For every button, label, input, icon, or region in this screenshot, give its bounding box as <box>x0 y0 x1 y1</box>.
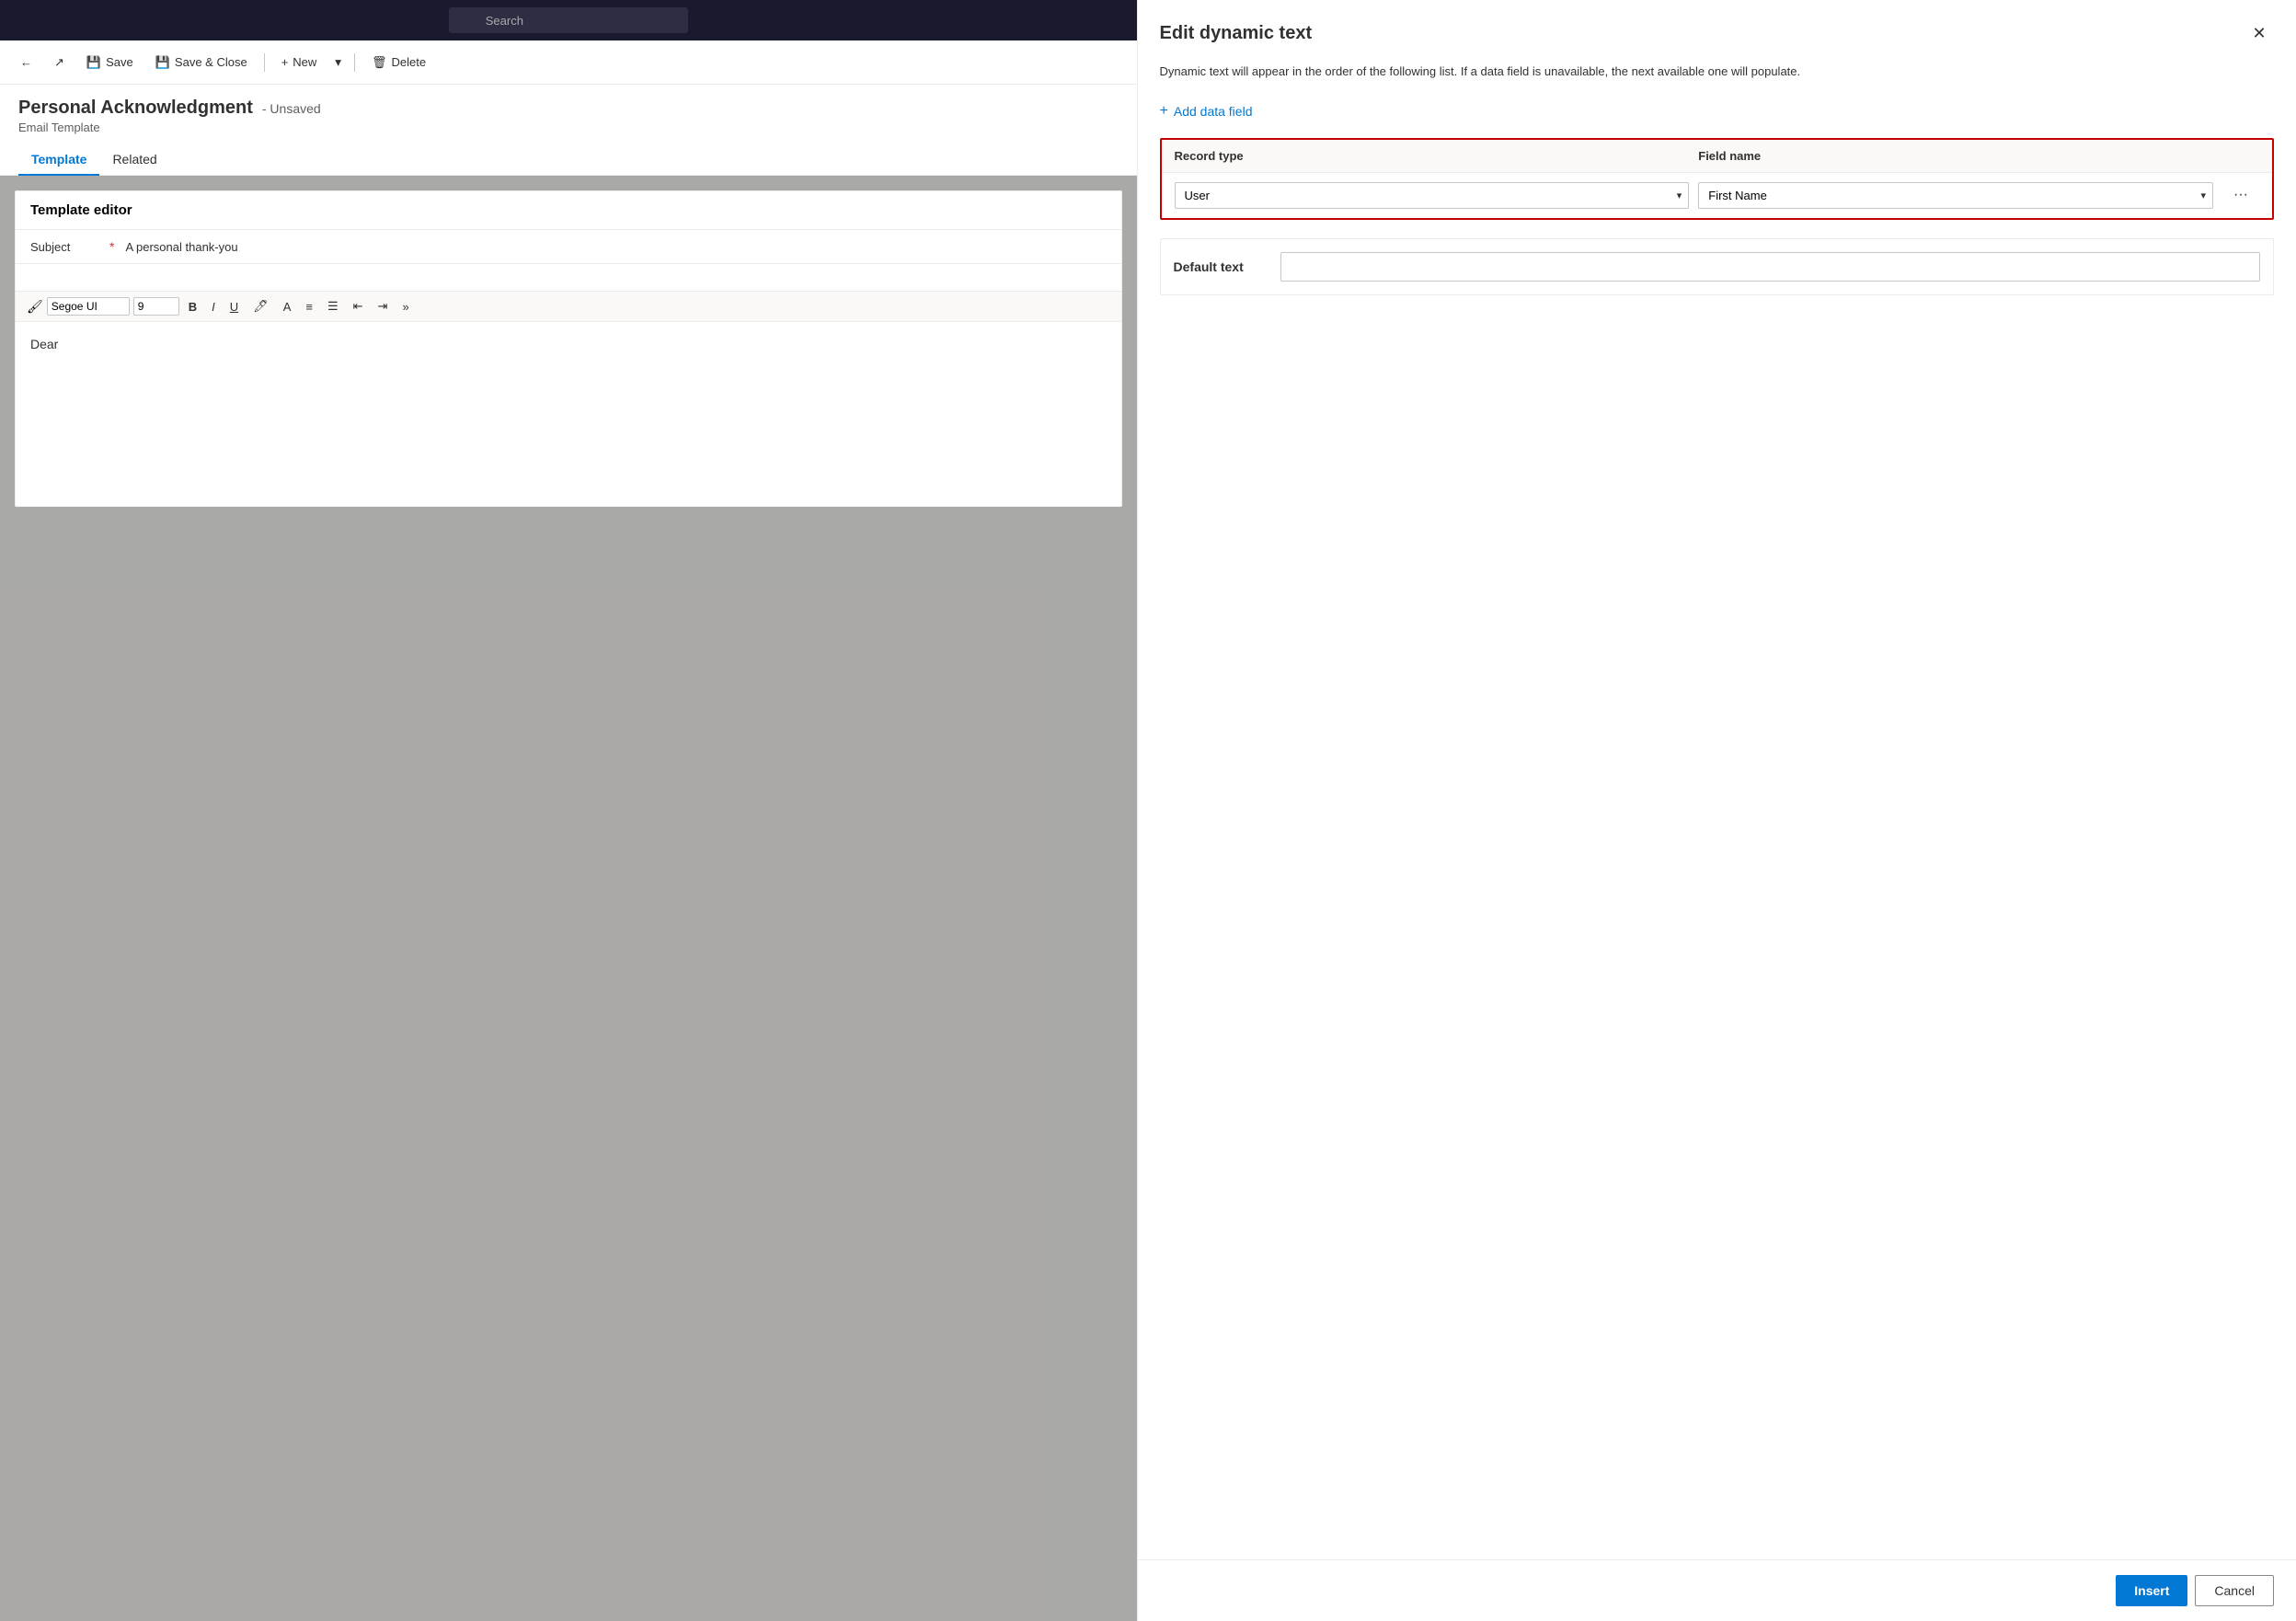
modal-header: Edit dynamic text ✕ <box>1138 0 2296 63</box>
modal-panel: Edit dynamic text ✕ Dynamic text will ap… <box>1137 0 2296 1621</box>
back-icon: ← <box>20 55 32 69</box>
default-text-input[interactable] <box>1280 252 2260 282</box>
search-box: Search <box>449 7 688 33</box>
subject-value: A personal thank-you <box>125 240 237 254</box>
default-text-label: Default text <box>1174 259 1266 274</box>
field-name-header: Field name <box>1698 149 2222 163</box>
italic-button[interactable]: I <box>206 298 221 316</box>
font-color-button[interactable]: A <box>278 298 297 316</box>
share-button[interactable]: ↗ <box>45 51 74 75</box>
modal-footer: Insert Cancel <box>1138 1559 2296 1621</box>
table-row: User Contact Account Lead ▾ First Name L… <box>1162 173 2272 218</box>
default-text-section: Default text <box>1160 238 2274 295</box>
align-left-button[interactable]: ≡ <box>300 298 318 316</box>
outdent-button[interactable]: ⇤ <box>348 297 369 316</box>
editor-spacer <box>16 264 1121 292</box>
font-size-select[interactable]: 9 <box>133 297 179 316</box>
search-placeholder: Search <box>486 14 523 28</box>
field-name-select[interactable]: First Name Last Name Email Phone <box>1698 182 2213 209</box>
add-icon: + <box>1160 103 1168 120</box>
modal-close-button[interactable]: ✕ <box>2244 18 2274 48</box>
insert-button[interactable]: Insert <box>2116 1575 2187 1606</box>
subject-label: Subject <box>30 240 95 254</box>
new-icon: + <box>281 55 289 69</box>
share-icon: ↗ <box>54 55 64 70</box>
font-family-select[interactable]: Segoe UI <box>47 297 130 316</box>
highlight-button[interactable]: 🖊 <box>247 297 274 316</box>
toolbar-divider-2 <box>354 53 355 72</box>
editor-header: Template editor <box>16 191 1121 230</box>
save-close-icon: 💾 <box>155 55 170 70</box>
indent-button[interactable]: ⇥ <box>373 297 394 316</box>
row-ellipsis-button[interactable]: ··· <box>2222 183 2259 207</box>
toolbar-divider <box>264 53 265 72</box>
save-icon: 💾 <box>86 55 101 70</box>
field-name-dropdown-wrapper: First Name Last Name Email Phone ▾ <box>1698 182 2213 209</box>
tab-related[interactable]: Related <box>99 144 169 176</box>
add-data-field-button[interactable]: + Add data field <box>1160 96 1253 127</box>
delete-icon: 🗑 <box>372 55 387 70</box>
underline-button[interactable]: U <box>224 298 244 316</box>
editor-body-text: Dear <box>30 337 58 351</box>
page-subtitle: Email Template <box>18 121 1119 134</box>
paint-icon: 🖌 <box>27 299 43 315</box>
editor-toolbar: 🖌 Segoe UI 9 B I U 🖊 A ≡ ☰ ⇤ ⇥ » <box>16 292 1121 322</box>
subject-field: Subject * A personal thank-you <box>16 230 1121 264</box>
bold-button[interactable]: B <box>183 298 202 316</box>
unsaved-badge: - Unsaved <box>262 101 321 116</box>
record-type-header: Record type <box>1175 149 1699 163</box>
back-button[interactable]: ← <box>11 51 41 74</box>
template-editor: Template editor Subject * A personal tha… <box>15 190 1122 507</box>
quote-button[interactable]: » <box>396 298 414 316</box>
new-button[interactable]: + New <box>272 51 327 74</box>
modal-title: Edit dynamic text <box>1160 23 1313 44</box>
cancel-button[interactable]: Cancel <box>2195 1575 2274 1606</box>
record-type-dropdown-wrapper: User Contact Account Lead ▾ <box>1175 182 1690 209</box>
page-title: Personal Acknowledgment <box>18 98 253 119</box>
required-indicator: * <box>109 239 114 254</box>
tab-template[interactable]: Template <box>18 144 99 176</box>
page-tabs: Template Related <box>18 144 1119 175</box>
save-button[interactable]: 💾 Save <box>77 51 143 75</box>
table-header-row: Record type Field name <box>1162 140 2272 173</box>
page-header: Personal Acknowledgment - Unsaved Email … <box>0 85 1137 176</box>
editor-body[interactable]: Dear <box>16 322 1121 506</box>
bullets-button[interactable]: ☰ <box>322 297 344 316</box>
background-panel: 🔍 Search ← ↗ 💾 Save 💾 Save & Close + New… <box>0 0 1137 1621</box>
modal-content: + Add data field Record type Field name … <box>1138 96 2296 1560</box>
data-field-table: Record type Field name User Contact Acco… <box>1160 138 2274 220</box>
toolbar: ← ↗ 💾 Save 💾 Save & Close + New ▾ 🗑 Dele… <box>0 40 1137 85</box>
delete-button[interactable]: 🗑 Delete <box>362 51 435 75</box>
new-dropdown-button[interactable]: ▾ <box>329 51 347 75</box>
record-type-select[interactable]: User Contact Account Lead <box>1175 182 1690 209</box>
save-close-button[interactable]: 💾 Save & Close <box>146 51 257 75</box>
modal-description: Dynamic text will appear in the order of… <box>1138 63 2296 96</box>
top-bar: 🔍 Search <box>0 0 1137 40</box>
